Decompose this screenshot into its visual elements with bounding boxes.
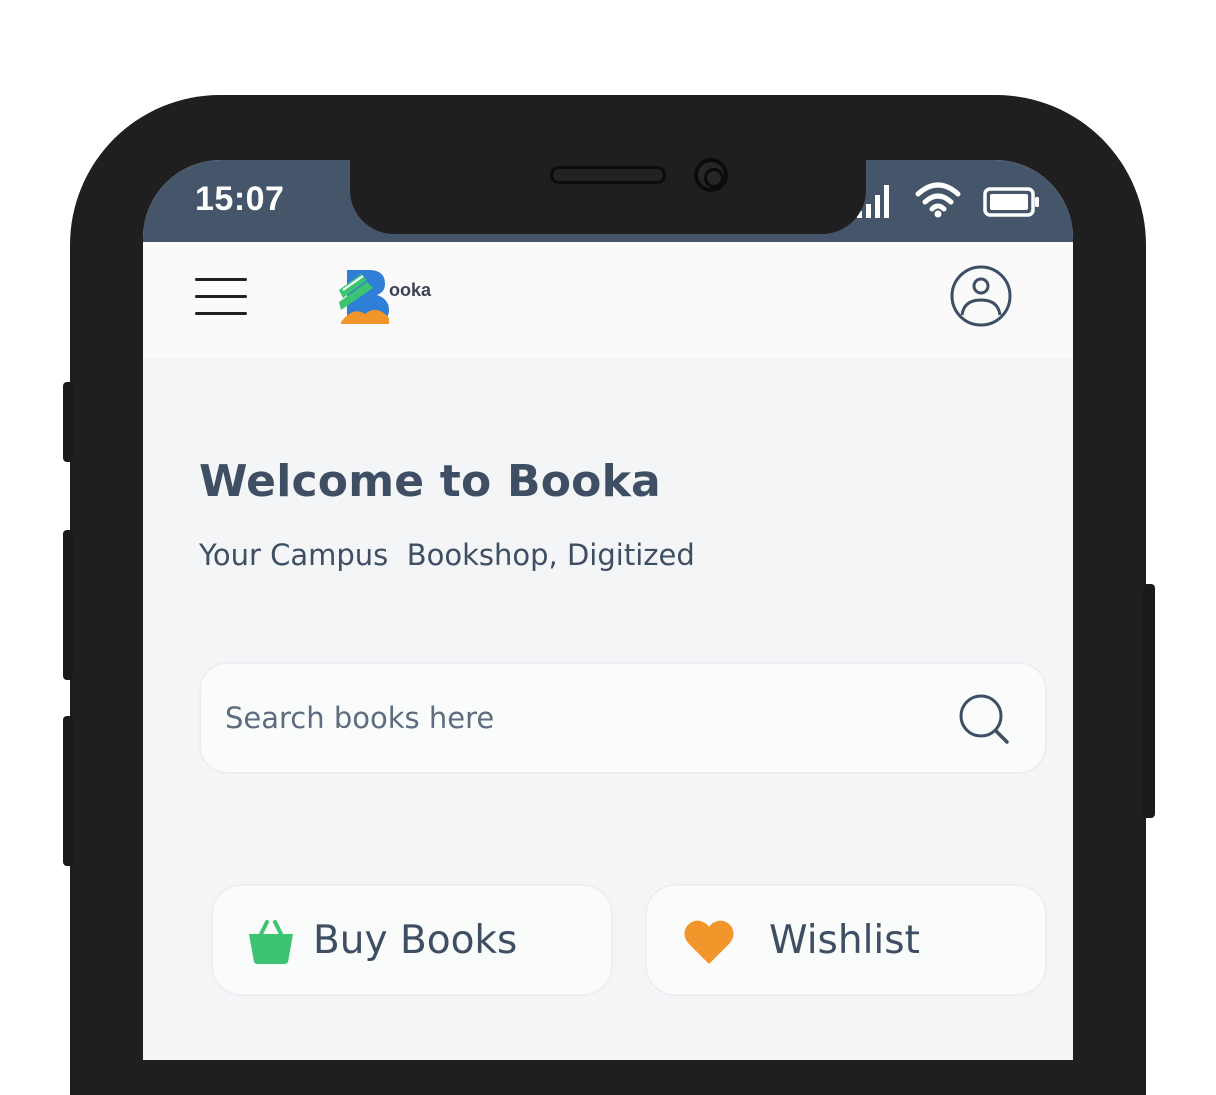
status-icons [857, 182, 1041, 218]
booka-logo[interactable]: ooka [339, 268, 431, 324]
shopping-basket-icon [249, 920, 293, 964]
buy-books-button[interactable]: Buy Books [211, 884, 613, 996]
search-bar [199, 662, 1047, 774]
phone-speaker [550, 166, 666, 184]
logo-text: ooka [389, 279, 432, 300]
app-header: ooka [143, 242, 1073, 358]
heart-icon [684, 920, 734, 964]
phone-volume-up-button [63, 530, 73, 680]
phone-power-button [1143, 584, 1155, 818]
booka-logo-mark [339, 270, 389, 324]
app-screen: 15:07 ooka Welcome to Booka Your Campus … [143, 160, 1073, 1060]
phone-mute-switch [63, 382, 73, 462]
user-profile-icon[interactable] [949, 264, 1013, 328]
wishlist-label: Wishlist [769, 918, 920, 963]
phone-notch [350, 140, 866, 234]
phone-volume-down-button [63, 716, 73, 866]
phone-front-camera [694, 158, 728, 192]
hamburger-menu-icon[interactable] [195, 278, 247, 318]
search-icon[interactable] [957, 692, 1011, 746]
welcome-title: Welcome to Booka [199, 456, 661, 507]
buy-books-label: Buy Books [313, 918, 518, 963]
wishlist-button[interactable]: Wishlist [645, 884, 1047, 996]
battery-icon [983, 187, 1039, 217]
welcome-subtitle: Your Campus Bookshop, Digitized [199, 538, 695, 572]
wifi-icon [915, 182, 961, 218]
status-time: 15:07 [195, 180, 285, 218]
search-input[interactable] [223, 664, 943, 772]
